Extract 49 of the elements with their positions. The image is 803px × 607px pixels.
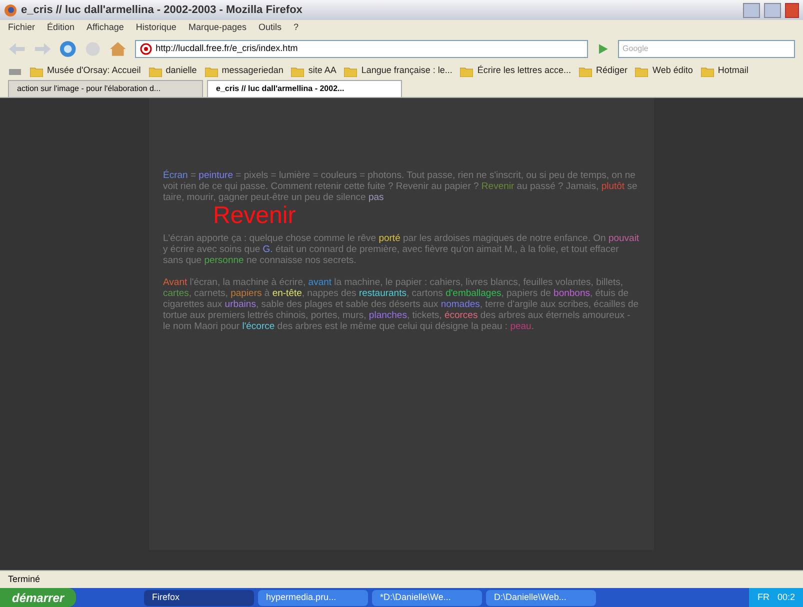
folder-icon <box>460 66 474 76</box>
reload-icon[interactable] <box>59 40 78 58</box>
text-paragraph: L'écran apporte ça : quelque chose comme le rêve porté par les ardoises magiques de notre enfance. On pouvait y écrire avec soins que G. était un connard de première, avec fièvre qu'on aimait M., à la folie, et tout effacer sans que personne ne connaisse nos secrets. <box>163 233 640 266</box>
window-title: e_cris // luc dall'armellina - 2002-2003 - Mozilla Firefox <box>21 2 304 18</box>
site-icon <box>140 43 152 55</box>
taskbar-button[interactable]: D:\Danielle\Web... <box>486 590 596 606</box>
address-field[interactable]: http://lucdall.free.fr/e_cris/index.htm <box>134 40 588 58</box>
text-paragraph: Avant l'écran, la machine à écrire, avant la machine, le papier : cahiers, livres blancs, feuilles volantes, billets, cartes, carnets, papiers à en-tête, nappes des restaurants, cartons d'emballages, papiers de bonbons, étuis de cigarettes aux urbains, sable des plages et sable des déserts aux nomades, terre d'argile aux scribes, écailles de tortue aux premiers lettrés chinois, portes, murs, planches, tickets, écorces des arbres aux éternels amoureux - le nom Maori pour l'écorce des arbres est le même que celui qui désigne la peau : peau. <box>163 277 640 332</box>
overlay-word: Revenir <box>213 202 296 229</box>
clock: 00:2 <box>777 590 795 604</box>
menu-item[interactable]: ? <box>294 21 299 35</box>
folder-icon <box>344 66 358 76</box>
folder-icon <box>578 66 592 76</box>
browser-tab[interactable]: action sur l'image - pour l'élaboration d... <box>8 80 203 97</box>
folder-icon <box>148 66 162 76</box>
bookmark-item[interactable]: site AA <box>308 64 336 78</box>
home-icon[interactable] <box>108 41 127 57</box>
menu-item[interactable]: Outils <box>258 21 282 35</box>
bookmark-item[interactable]: Écrire les lettres acce... <box>477 64 571 78</box>
taskbar-button[interactable]: Firefox <box>144 590 254 606</box>
taskbar-button[interactable]: *D:\Danielle\We... <box>372 590 482 606</box>
folder-icon <box>291 66 304 76</box>
close-button[interactable] <box>785 2 799 18</box>
text-paragraph: Écran = peinture = pixels = lumière = couleurs = photons. Tout passe, rien ne s'inscrit, ou si peu de temps, on ne voit rien de ce qui passe. Comment retenir cette fuite ? Revenir au papier ? Revenir au passé ? Jamais, plutôt se taire, mourir, gagner peut-être un peu de silence pas <box>163 170 638 203</box>
maximize-button[interactable] <box>764 2 781 18</box>
taskbar-button[interactable]: hypermedia.pru... <box>258 590 368 606</box>
minimize-button[interactable] <box>743 2 760 18</box>
menu-item[interactable]: Édition <box>47 21 75 35</box>
language-indicator: FR <box>757 590 770 604</box>
browser-tab[interactable]: e_cris // luc dall'armellina - 2002... <box>207 80 402 97</box>
bookmark-item[interactable]: Hotmail <box>718 64 748 78</box>
folder-icon <box>700 66 714 76</box>
menu-item[interactable]: Affichage <box>86 21 124 35</box>
folder-icon <box>30 66 43 76</box>
bookmark-item[interactable]: danielle <box>166 64 197 78</box>
bookmark-item[interactable]: Langue française : le... <box>361 64 452 78</box>
menu-item[interactable]: Marque-pages <box>188 21 246 35</box>
firefox-icon <box>4 4 17 16</box>
start-button[interactable]: démarrer <box>0 588 76 607</box>
folder-icon <box>204 66 218 76</box>
bookmark-item[interactable]: Web édito <box>652 64 693 78</box>
bookmark-item[interactable]: Musée d'Orsay: Accueil <box>47 64 141 78</box>
forward-arrow-icon[interactable] <box>34 42 52 56</box>
menu-item[interactable]: Historique <box>136 21 176 35</box>
back-arrow-icon[interactable] <box>8 42 26 56</box>
bookmark-item[interactable]: messageriedan <box>222 64 284 78</box>
menu-item[interactable]: Fichier <box>8 21 36 35</box>
folder-icon <box>635 66 648 76</box>
bookmark-item[interactable]: Rédiger <box>596 64 628 78</box>
